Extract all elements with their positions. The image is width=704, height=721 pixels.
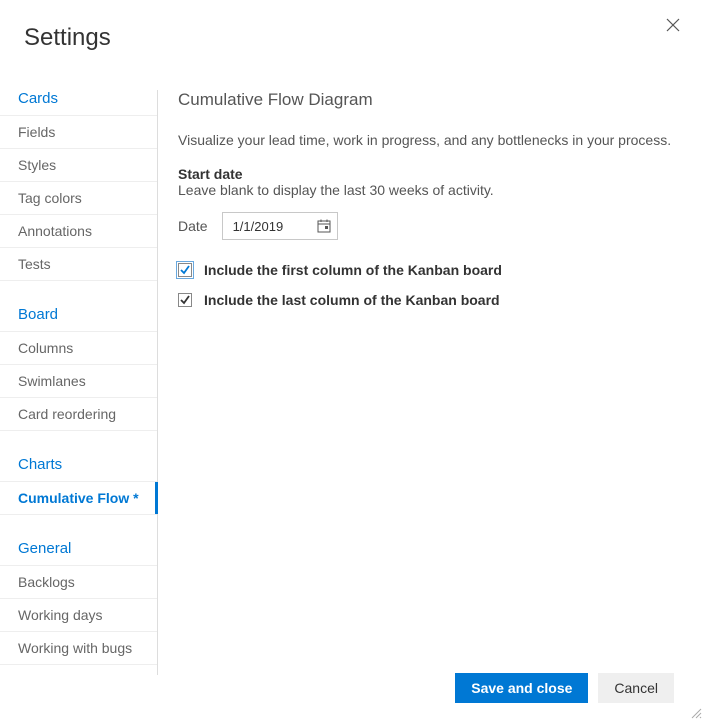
check-icon [179,294,191,306]
sidebar-item-styles[interactable]: Styles [0,148,157,181]
sidebar-item-backlogs[interactable]: Backlogs [0,565,157,598]
date-input-wrapper[interactable] [222,212,338,240]
content-description: Visualize your lead time, work in progre… [178,132,678,148]
checkbox-include-last-label: Include the last column of the Kanban bo… [204,292,500,308]
content-pane: Cumulative Flow Diagram Visualize your l… [158,90,704,675]
cancel-button[interactable]: Cancel [598,673,674,703]
close-button[interactable] [666,18,682,34]
content-title: Cumulative Flow Diagram [178,90,678,110]
sidebar-item-fields[interactable]: Fields [0,115,157,148]
sidebar-item-tag-colors[interactable]: Tag colors [0,181,157,214]
dialog-title: Settings [0,0,704,52]
start-date-help: Leave blank to display the last 30 weeks… [178,182,678,198]
checkbox-include-first: Include the first column of the Kanban b… [178,262,678,278]
date-input[interactable] [233,219,303,234]
checkbox-include-last: Include the last column of the Kanban bo… [178,292,678,308]
settings-dialog: Settings Cards Fields Styles Tag colors … [0,0,704,721]
sidebar-item-annotations[interactable]: Annotations [0,214,157,247]
checkbox-include-last-box[interactable] [178,293,192,307]
save-and-close-button[interactable]: Save and close [455,673,588,703]
sidebar-item-cumulative-flow[interactable]: Cumulative Flow * [0,481,157,514]
sidebar-item-working-days[interactable]: Working days [0,598,157,631]
calendar-icon[interactable] [317,219,331,233]
sidebar: Cards Fields Styles Tag colors Annotatio… [0,90,158,675]
checkbox-include-first-box[interactable] [178,263,192,277]
checkbox-include-first-label: Include the first column of the Kanban b… [204,262,502,278]
resize-grip-icon[interactable] [690,707,702,719]
check-icon [179,264,191,276]
section-heading-cards: Cards [0,90,157,115]
section-heading-general: General [0,532,157,565]
close-icon [666,18,680,32]
start-date-label: Start date [178,166,678,182]
date-row: Date [178,212,678,240]
sidebar-item-working-with-bugs[interactable]: Working with bugs [0,631,157,665]
section-heading-board: Board [0,298,157,331]
footer: Save and close Cancel [455,673,674,703]
sidebar-item-card-reordering[interactable]: Card reordering [0,397,157,430]
sidebar-item-swimlanes[interactable]: Swimlanes [0,364,157,397]
section-heading-charts: Charts [0,448,157,481]
sidebar-item-tests[interactable]: Tests [0,247,157,280]
date-field-label: Date [178,218,208,234]
sidebar-item-columns[interactable]: Columns [0,331,157,364]
